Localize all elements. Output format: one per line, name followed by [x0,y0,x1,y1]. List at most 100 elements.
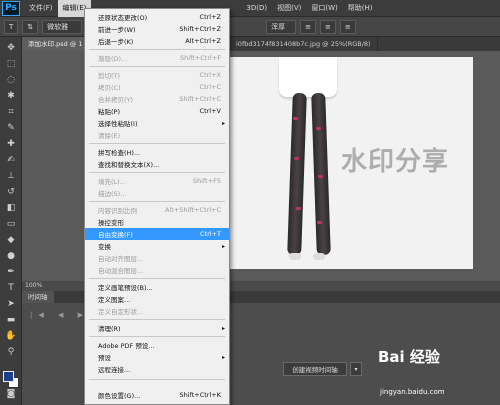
menu-item-stroke: 描边(S)... [98,190,127,198]
align-center-icon[interactable]: ≡ [320,19,336,34]
hand-tool-icon[interactable]: ✋ [3,329,19,343]
menu-item-copy: 拷贝(C) Ctrl+C [98,83,221,92]
right-shoe-image [313,253,325,260]
menu-item-free-transform[interactable]: 自由变换(F) Ctrl+T [85,228,229,240]
antialias-select[interactable]: 浑厚 [266,19,297,34]
menu-item-clear: 清除(E) [98,132,121,140]
menu-item-transform[interactable]: 变换 ▸ [85,240,229,252]
options-bar: T ⇅ 微软雅 浑厚 ≡ ≡ ≡ [0,17,500,37]
menu-item-define-brush[interactable]: 定义画笔预设(B)... [85,281,229,293]
pattern-dot [318,175,323,178]
crop-tool-icon[interactable]: ⌗ [3,105,19,119]
menu-item-define-pattern[interactable]: 定义图案... [85,293,229,305]
text-orientation-icon[interactable]: ⇅ [22,19,39,34]
menu-item-spell-check[interactable]: 拼写检查(H)... [85,146,229,158]
marquee-tool-icon[interactable]: ⬚ [3,57,19,71]
menu-item-undo[interactable]: 还原状态更改(O) Ctrl+Z [85,11,229,23]
blur-tool-icon[interactable]: ◆ [3,233,19,247]
edit-menu-dropdown: 还原状态更改(O) Ctrl+Z 前进一步(W) Shift+Ctrl+Z 后退一步… [84,8,230,405]
menu-item-step-backward[interactable]: 后退一步(K) Alt+Ctrl+Z [85,35,229,47]
menu-item-copy-merged: 合并拷贝(Y) Shift+Ctrl+C [98,95,221,104]
menu-bar: Ps 文件(F) 编辑(E) 3D(D) 视图(V) 窗口(W) 帮助(H) [0,0,500,17]
magic-wand-tool-icon[interactable]: ✱ [3,89,19,103]
menu-item-find-replace[interactable]: 查找和替换文本(X)... [85,158,229,170]
menu-separator [89,49,225,50]
gradient-tool-icon[interactable]: ▭ [3,217,19,231]
menu-item-purge[interactable]: 清理(R) ▸ [85,322,229,334]
menu-separator [89,143,225,144]
move-tool-icon[interactable]: ✥ [3,41,19,55]
left-shoe-image [289,253,301,260]
chevron-right-icon: ▸ [221,353,225,361]
chevron-right-icon: ▸ [221,324,225,332]
menu-separator [89,201,225,202]
font-family-select[interactable]: 微软雅 [42,19,83,34]
menu-item-fade: 渐隐(D)... Shift+Ctrl+F [98,54,221,63]
menu-item-auto-blend-layers: 自动混合图层... [98,267,144,275]
baidu-url-text: jingyan.baidu.com [380,388,445,396]
pattern-dot [317,221,322,224]
menu-view[interactable]: 视图(V) [272,0,306,17]
chevron-right-icon: ▸ [221,242,225,250]
menu-item-color-settings[interactable]: 颜色设置(G)... Shift+Ctrl+K [85,389,229,401]
brush-tool-icon[interactable]: ✍ [3,153,19,167]
shape-tool-icon[interactable]: ▬ [3,313,19,327]
menu-item-presets[interactable]: 预设 ▸ [85,351,229,363]
photoshop-window: Ps 文件(F) 编辑(E) 3D(D) 视图(V) 窗口(W) 帮助(H) T… [0,0,500,405]
menu-separator [89,278,225,279]
clone-stamp-tool-icon[interactable]: ⊥ [3,169,19,183]
menu-item-paste[interactable]: 粘贴(P) Ctrl+V [85,105,229,117]
tab-document-2[interactable]: i0fbd3174f831408b7c.jpg @ 25%(RGB/8) [230,37,378,51]
right-leg-image [311,92,331,256]
pattern-dot [296,207,301,210]
type-tool-icon[interactable]: T [3,281,19,295]
menu-help[interactable]: 帮助(H) [343,0,378,17]
zoom-tool-icon[interactable]: ⚲ [3,345,19,359]
chevron-right-icon: ▸ [221,119,225,127]
menu-file[interactable]: 文件(F) [24,0,58,17]
menu-item-define-custom-shape: 定义自定形状... [98,308,144,316]
document-canvas[interactable]: 水印分享 [227,57,473,269]
align-right-icon[interactable]: ≡ [339,19,356,34]
eraser-tool-icon[interactable]: ◧ [3,201,19,215]
menu-separator [89,66,225,67]
menu-item-cut: 剪切(T) Ctrl+X [98,71,221,80]
lasso-tool-icon[interactable]: ◌ [3,73,19,87]
tools-panel: ✥ ⬚ ◌ ✱ ⌗ ✎ ✚ ✍ ⊥ ↺ ◧ ▭ ◆ ● ✒ T ➤ ▬ ✋ ⚲ … [0,37,22,405]
pattern-dot [316,127,321,130]
pattern-dot [294,157,299,160]
history-brush-tool-icon[interactable]: ↺ [3,185,19,199]
menu-separator [89,336,225,337]
zoom-level[interactable]: 100% [25,282,42,289]
tab-timeline[interactable]: 时间轴 [22,291,54,303]
menu-item-remote-connections[interactable]: 远程连接... [85,363,229,375]
path-selection-tool-icon[interactable]: ➤ [3,297,19,311]
pattern-dot [293,117,298,120]
foreground-color-swatch[interactable] [3,371,14,382]
menu-item-content-aware-scale: 内容识别比例 Alt+Shift+Ctrl+C [98,206,221,215]
menu-separator [89,379,225,380]
create-video-timeline-button[interactable]: 创建视频时间轴 [283,362,347,376]
chevron-down-icon[interactable]: ▾ [350,362,362,376]
menu-item-puppet-warp[interactable]: 操控变形 [85,216,229,228]
dodge-tool-icon[interactable]: ● [3,249,19,263]
dress-image [279,57,337,97]
menu-item-adobe-pdf-presets[interactable]: Adobe PDF 预设... [85,339,229,351]
menu-item-auto-align-layers: 自动对齐图层... [98,255,144,263]
text-tool-preset-icon[interactable]: T [4,19,19,34]
quick-mask-icon[interactable]: ◙ [3,387,19,401]
photoshop-logo: Ps [2,0,20,16]
menu-separator [89,172,225,173]
healing-brush-tool-icon[interactable]: ✚ [3,137,19,151]
menu-window[interactable]: 窗口(W) [306,0,342,17]
tab-document-1[interactable]: 添加水印.psd @ 1 [22,37,90,51]
pen-tool-icon[interactable]: ✒ [3,265,19,279]
menu-item-step-forward[interactable]: 前进一步(W) Shift+Ctrl+Z [85,23,229,35]
watermark-text: 水印分享 [341,147,450,177]
menu-item-paste-special[interactable]: 选择性粘贴(I) ▸ [85,117,229,129]
menu-separator [89,319,225,320]
menu-item-fill: 填充(L)... Shift+F5 [98,177,221,186]
align-left-icon[interactable]: ≡ [300,19,317,34]
eyedropper-tool-icon[interactable]: ✎ [3,121,19,135]
menu-3d[interactable]: 3D(D) [241,0,272,17]
